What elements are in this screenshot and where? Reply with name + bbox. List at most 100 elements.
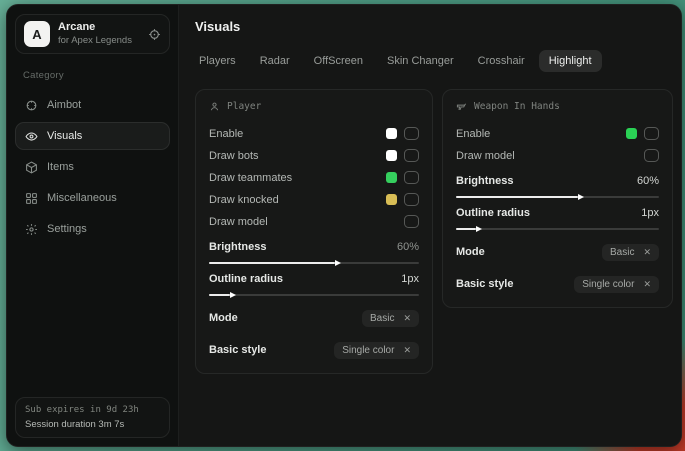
slider-value: 60% — [637, 175, 659, 187]
color-swatch[interactable] — [626, 128, 637, 139]
color-swatch[interactable] — [386, 194, 397, 205]
brightness-slider-block: Brightness 60% — [456, 175, 659, 198]
panel-title: Player — [227, 101, 261, 112]
tab-radar[interactable]: Radar — [250, 50, 300, 72]
checkbox[interactable] — [404, 171, 419, 184]
toggle-row-enable: Enable — [456, 123, 659, 144]
category-label: Category — [23, 70, 170, 81]
session-duration-text: Session duration 3m 7s — [25, 419, 160, 430]
tab-crosshair[interactable]: Crosshair — [468, 50, 535, 72]
mode-select-row: Mode Basic ✕ — [209, 308, 419, 328]
toggle-row-draw-model: Draw model — [209, 211, 419, 232]
mode-tag[interactable]: Basic ✕ — [602, 244, 659, 261]
sub-expiry-text: Sub expires in 9d 23h — [25, 405, 160, 415]
checkbox[interactable] — [404, 149, 419, 162]
toggle-row-draw-bots: Draw bots — [209, 145, 419, 166]
slider-value: 60% — [397, 241, 419, 253]
basic-style-select-row: Basic style Single color ✕ — [456, 274, 659, 294]
sidebar-item-aimbot[interactable]: Aimbot — [15, 91, 170, 119]
sidebar-item-items[interactable]: Items — [15, 153, 170, 181]
basic-style-tag[interactable]: Single color ✕ — [574, 276, 659, 293]
grid-icon — [25, 192, 38, 205]
tab-highlight[interactable]: Highlight — [539, 50, 602, 72]
slider-value: 1px — [641, 207, 659, 219]
checkbox[interactable] — [404, 127, 419, 140]
outline-radius-slider-block: Outline radius 1px — [456, 207, 659, 230]
checkbox[interactable] — [404, 215, 419, 228]
remove-icon[interactable]: ✕ — [403, 313, 411, 324]
row-label: Draw teammates — [209, 172, 292, 184]
slider-label: Brightness — [456, 175, 513, 187]
row-label: Draw model — [209, 216, 268, 228]
page-title: Visuals — [195, 19, 673, 34]
basic-style-tag[interactable]: Single color ✕ — [334, 342, 419, 359]
sidebar-nav: Aimbot Visuals Items — [15, 91, 170, 243]
remove-icon[interactable]: ✕ — [643, 279, 651, 290]
row-label: Draw model — [456, 150, 515, 162]
player-panel: Player Enable Draw bots — [195, 89, 433, 374]
tag-label: Single color — [582, 279, 634, 290]
remove-icon[interactable]: ✕ — [643, 247, 651, 258]
color-swatch[interactable] — [386, 172, 397, 183]
main-content: Visuals Players Radar OffScreen Skin Cha… — [179, 5, 682, 446]
sidebar-item-label: Items — [47, 161, 74, 173]
slider-label: Outline radius — [209, 273, 283, 285]
row-label: Draw bots — [209, 150, 259, 162]
sidebar-item-label: Miscellaneous — [47, 192, 117, 204]
outline-radius-slider-block: Outline radius 1px — [209, 273, 419, 296]
row-label: Enable — [209, 128, 243, 140]
tab-bar: Players Radar OffScreen Skin Changer Cro… — [189, 50, 673, 72]
tab-players[interactable]: Players — [189, 50, 246, 72]
row-label: Enable — [456, 128, 490, 140]
panel-title: Weapon In Hands — [474, 101, 560, 112]
checkbox[interactable] — [404, 193, 419, 206]
brand-card: A Arcane for Apex Legends — [15, 14, 170, 54]
mode-select-row: Mode Basic ✕ — [456, 242, 659, 262]
gear-icon — [25, 223, 38, 236]
brightness-slider-block: Brightness 60% — [209, 241, 419, 264]
player-scan-icon — [209, 101, 220, 112]
row-label: Draw knocked — [209, 194, 279, 206]
app-name: Arcane — [58, 21, 140, 35]
select-label: Basic style — [456, 278, 513, 290]
sidebar-item-miscellaneous[interactable]: Miscellaneous — [15, 184, 170, 212]
toggle-row-draw-knocked: Draw knocked — [209, 189, 419, 210]
tab-skin-changer[interactable]: Skin Changer — [377, 50, 464, 72]
target-icon[interactable] — [148, 28, 161, 41]
tab-offscreen[interactable]: OffScreen — [304, 50, 373, 72]
sidebar: A Arcane for Apex Legends Category — [7, 5, 179, 446]
sidebar-item-visuals[interactable]: Visuals — [15, 122, 170, 150]
checkbox[interactable] — [644, 127, 659, 140]
mode-tag[interactable]: Basic ✕ — [362, 310, 419, 327]
toggle-row-enable: Enable — [209, 123, 419, 144]
select-label: Mode — [209, 312, 238, 324]
brightness-slider[interactable] — [209, 262, 419, 264]
sidebar-item-label: Settings — [47, 223, 87, 235]
weapon-icon — [456, 101, 467, 112]
crosshair-icon — [25, 99, 38, 112]
remove-icon[interactable]: ✕ — [403, 345, 411, 356]
tag-label: Basic — [370, 313, 394, 324]
app-window: A Arcane for Apex Legends Category — [6, 4, 682, 447]
basic-style-select-row: Basic style Single color ✕ — [209, 340, 419, 360]
slider-label: Outline radius — [456, 207, 530, 219]
sidebar-item-label: Aimbot — [47, 99, 81, 111]
outline-radius-slider[interactable] — [209, 294, 419, 296]
app-logo: A — [24, 21, 50, 47]
checkbox[interactable] — [644, 149, 659, 162]
brightness-slider[interactable] — [456, 196, 659, 198]
outline-radius-slider[interactable] — [456, 228, 659, 230]
color-swatch[interactable] — [386, 128, 397, 139]
box-icon — [25, 161, 38, 174]
select-label: Basic style — [209, 344, 266, 356]
color-swatch[interactable] — [386, 150, 397, 161]
slider-value: 1px — [401, 273, 419, 285]
sidebar-item-settings[interactable]: Settings — [15, 215, 170, 243]
tag-label: Single color — [342, 345, 394, 356]
sidebar-item-label: Visuals — [47, 130, 82, 142]
weapon-in-hands-panel: Weapon In Hands Enable Draw model — [442, 89, 673, 308]
toggle-row-draw-teammates: Draw teammates — [209, 167, 419, 188]
select-label: Mode — [456, 246, 485, 258]
slider-label: Brightness — [209, 241, 266, 253]
tag-label: Basic — [610, 247, 634, 258]
